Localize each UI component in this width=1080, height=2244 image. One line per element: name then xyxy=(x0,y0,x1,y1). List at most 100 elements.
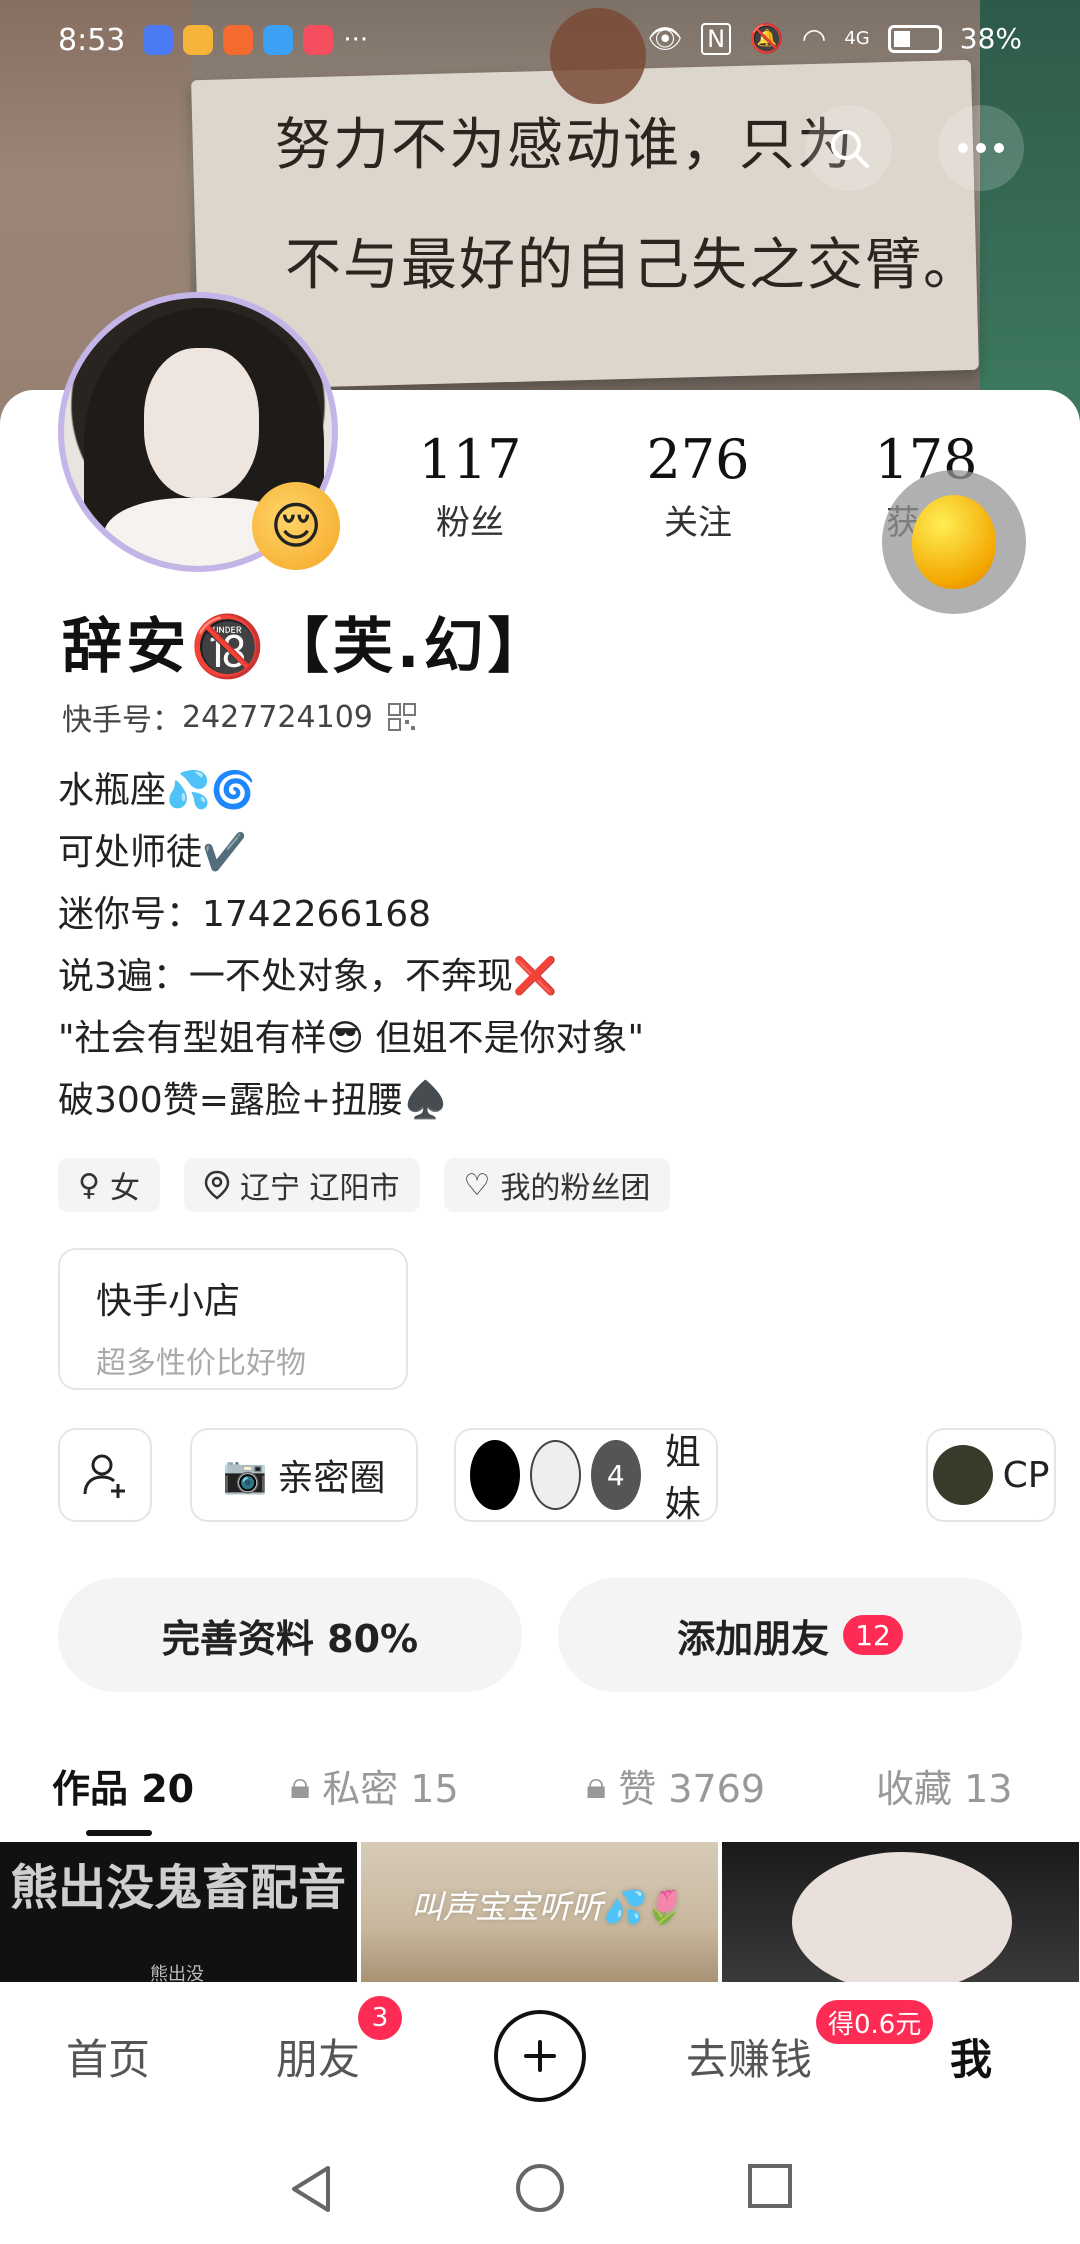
nav-friends[interactable]: 朋友 xyxy=(276,2026,360,2087)
bio-line: 迷你号：1742266168 xyxy=(58,894,432,935)
lock-icon: 🔒︎ xyxy=(290,1763,311,1807)
bio-line: 水瓶座💦🌀 xyxy=(58,770,256,811)
system-navigation-bar xyxy=(0,2130,1080,2244)
earn-badge: 得0.6元 xyxy=(816,2000,934,2044)
tag-fan-club[interactable]: ♡ 我的粉丝团 xyxy=(443,1158,671,1212)
tab-liked-label: 赞 3769 xyxy=(618,1767,766,1811)
thumb-title: 熊出没鬼畜配音 xyxy=(10,1860,347,1916)
search-icon xyxy=(831,130,869,168)
shop-title: 快手小店 xyxy=(96,1281,241,1322)
recents-square-icon xyxy=(748,2164,792,2208)
more-icon xyxy=(958,143,1004,153)
back-triangle-icon xyxy=(292,2166,330,2212)
status-time: 8:53 xyxy=(58,22,126,58)
female-icon: ♀ xyxy=(78,1167,100,1203)
nav-home[interactable]: 首页 xyxy=(66,2026,150,2087)
search-button[interactable] xyxy=(806,105,892,191)
nav-me[interactable]: 我 xyxy=(950,2026,992,2087)
friends-badge: 3 xyxy=(358,1996,402,2040)
content-tabs: 作品 20 🔒︎ 私密 15 🔒︎ 赞 3769 收藏 13 xyxy=(0,1744,1080,1836)
home-button[interactable] xyxy=(514,2162,566,2218)
status-bar: 8:53 ··· 👁 N 🔕 ◠ 4G 38% xyxy=(0,0,1080,80)
cp-circle-button[interactable]: CP xyxy=(926,1428,1056,1522)
bio-line: 可处师徒✔️ xyxy=(58,832,247,873)
create-post-button[interactable] xyxy=(494,2010,586,2102)
tab-private[interactable]: 🔒︎ 私密 15 xyxy=(290,1758,459,1813)
add-friend-button[interactable]: 添加朋友 12 xyxy=(558,1578,1022,1692)
more-button[interactable] xyxy=(938,105,1024,191)
shop-subtitle: 超多性价比好物 xyxy=(96,1346,306,1381)
tab-works-label: 作品 20 xyxy=(52,1767,195,1811)
tab-liked[interactable]: 🔒︎ 赞 3769 xyxy=(586,1758,765,1813)
add-friend-label: 添加朋友 xyxy=(677,1616,830,1661)
heart-icon: ♡ xyxy=(463,1167,491,1203)
back-button[interactable] xyxy=(286,2162,336,2220)
stat-fans-label: 粉丝 xyxy=(436,503,504,543)
tab-favorites-label: 收藏 13 xyxy=(876,1767,1013,1811)
add-follow-button[interactable] xyxy=(58,1428,152,1522)
sister-avatar xyxy=(470,1440,520,1510)
video-app-icon xyxy=(223,25,254,55)
sisters-label: 姐妹 xyxy=(664,1432,701,1525)
add-user-icon xyxy=(83,1454,125,1498)
stat-fans[interactable]: 117 粉丝 xyxy=(380,428,560,544)
complete-profile-button[interactable]: 完善资料 80% xyxy=(58,1578,522,1692)
music-app-icon xyxy=(143,25,174,55)
bio-line: 说3遍：一不处对象，不奔现❌ xyxy=(58,956,558,997)
work-thumbnail[interactable]: 熊出没鬼畜配音 熊出没 xyxy=(0,1842,357,1982)
home-circle-icon xyxy=(516,2164,564,2212)
stat-fans-count: 117 xyxy=(418,428,522,491)
thumb-caption: 熊出没 xyxy=(150,1964,204,1982)
complete-profile-label: 完善资料 80% xyxy=(161,1616,419,1661)
thumb-face xyxy=(792,1852,1012,1982)
battery-percent: 38% xyxy=(959,22,1022,55)
kuaishou-id: 2427724109 xyxy=(182,699,373,735)
cp-avatar xyxy=(932,1445,993,1505)
nfc-icon: N xyxy=(701,22,732,55)
circles-row: 📷 亲密圈 4 姐妹 CP xyxy=(58,1428,1058,1525)
tag-gender-text: 女 xyxy=(109,1171,140,1206)
bio-line: 破300赞=露脸+扭腰♠️ xyxy=(58,1080,448,1121)
add-friend-badge: 12 xyxy=(843,1615,903,1655)
banner-text-line1: 努力不为感动谁，只为 xyxy=(275,113,855,178)
bio-line: "社会有型姐有样😎 但姐不是你对象" xyxy=(58,1018,645,1059)
book-app-icon xyxy=(303,25,334,55)
recents-button[interactable] xyxy=(746,2162,794,2214)
qrcode-icon[interactable] xyxy=(387,702,417,732)
intimate-circle-button[interactable]: 📷 亲密圈 xyxy=(190,1428,418,1522)
tab-private-label: 私密 15 xyxy=(322,1767,459,1811)
sister-avatar xyxy=(529,1440,581,1510)
active-tab-indicator xyxy=(86,1830,152,1836)
tab-works[interactable]: 作品 20 xyxy=(52,1758,194,1813)
kuaishou-id-label: 快手号： xyxy=(62,703,182,738)
avatar-face xyxy=(144,348,259,498)
banner-text-line2: 不与最好的自己失之交臂。 xyxy=(285,233,981,298)
stat-following[interactable]: 276 关注 xyxy=(608,428,788,544)
camera-friends-icon: 📷 xyxy=(222,1455,268,1496)
floating-egg-button[interactable] xyxy=(882,470,1026,614)
battery-icon xyxy=(887,24,942,53)
work-thumbnail[interactable] xyxy=(722,1842,1079,1982)
sisters-circle-button[interactable]: 4 姐妹 xyxy=(454,1428,718,1525)
bio: 水瓶座💦🌀 可处师徒✔️ 迷你号：1742266168 说3遍：一不处对象，不奔… xyxy=(58,760,644,1132)
mood-emoji-icon[interactable]: 😌 xyxy=(252,482,340,570)
stat-following-count: 276 xyxy=(646,428,750,491)
location-icon xyxy=(204,1170,230,1200)
works-grid: 熊出没鬼畜配音 熊出没 叫声宝宝听听💦🌷 xyxy=(0,1842,1080,1982)
browser-app-icon xyxy=(263,25,294,55)
profile-name: 辞安🔞【芙.幻】 xyxy=(62,612,552,682)
work-thumbnail[interactable]: 叫声宝宝听听💦🌷 xyxy=(361,1842,718,1982)
kuaishou-id-row[interactable]: 快手号： 2427724109 xyxy=(62,695,417,739)
tab-favorites[interactable]: 收藏 13 xyxy=(876,1758,1012,1813)
eye-icon: 👁 xyxy=(647,22,684,55)
kuaishou-shop-card[interactable]: 快手小店 超多性价比好物 xyxy=(58,1248,408,1390)
wifi-icon: ◠ xyxy=(801,22,827,55)
tag-location-text: 辽宁 辽阳市 xyxy=(239,1171,400,1206)
cp-label: CP xyxy=(1002,1454,1050,1496)
egg-icon xyxy=(912,495,996,589)
tag-location[interactable]: 辽宁 辽阳市 xyxy=(183,1158,420,1212)
nav-earn[interactable]: 去赚钱 xyxy=(686,2026,812,2087)
more-notifications-icon: ··· xyxy=(343,25,369,55)
mute-icon: 🔕 xyxy=(749,22,784,55)
profile-actions: 完善资料 80% 添加朋友 12 xyxy=(58,1578,1022,1692)
